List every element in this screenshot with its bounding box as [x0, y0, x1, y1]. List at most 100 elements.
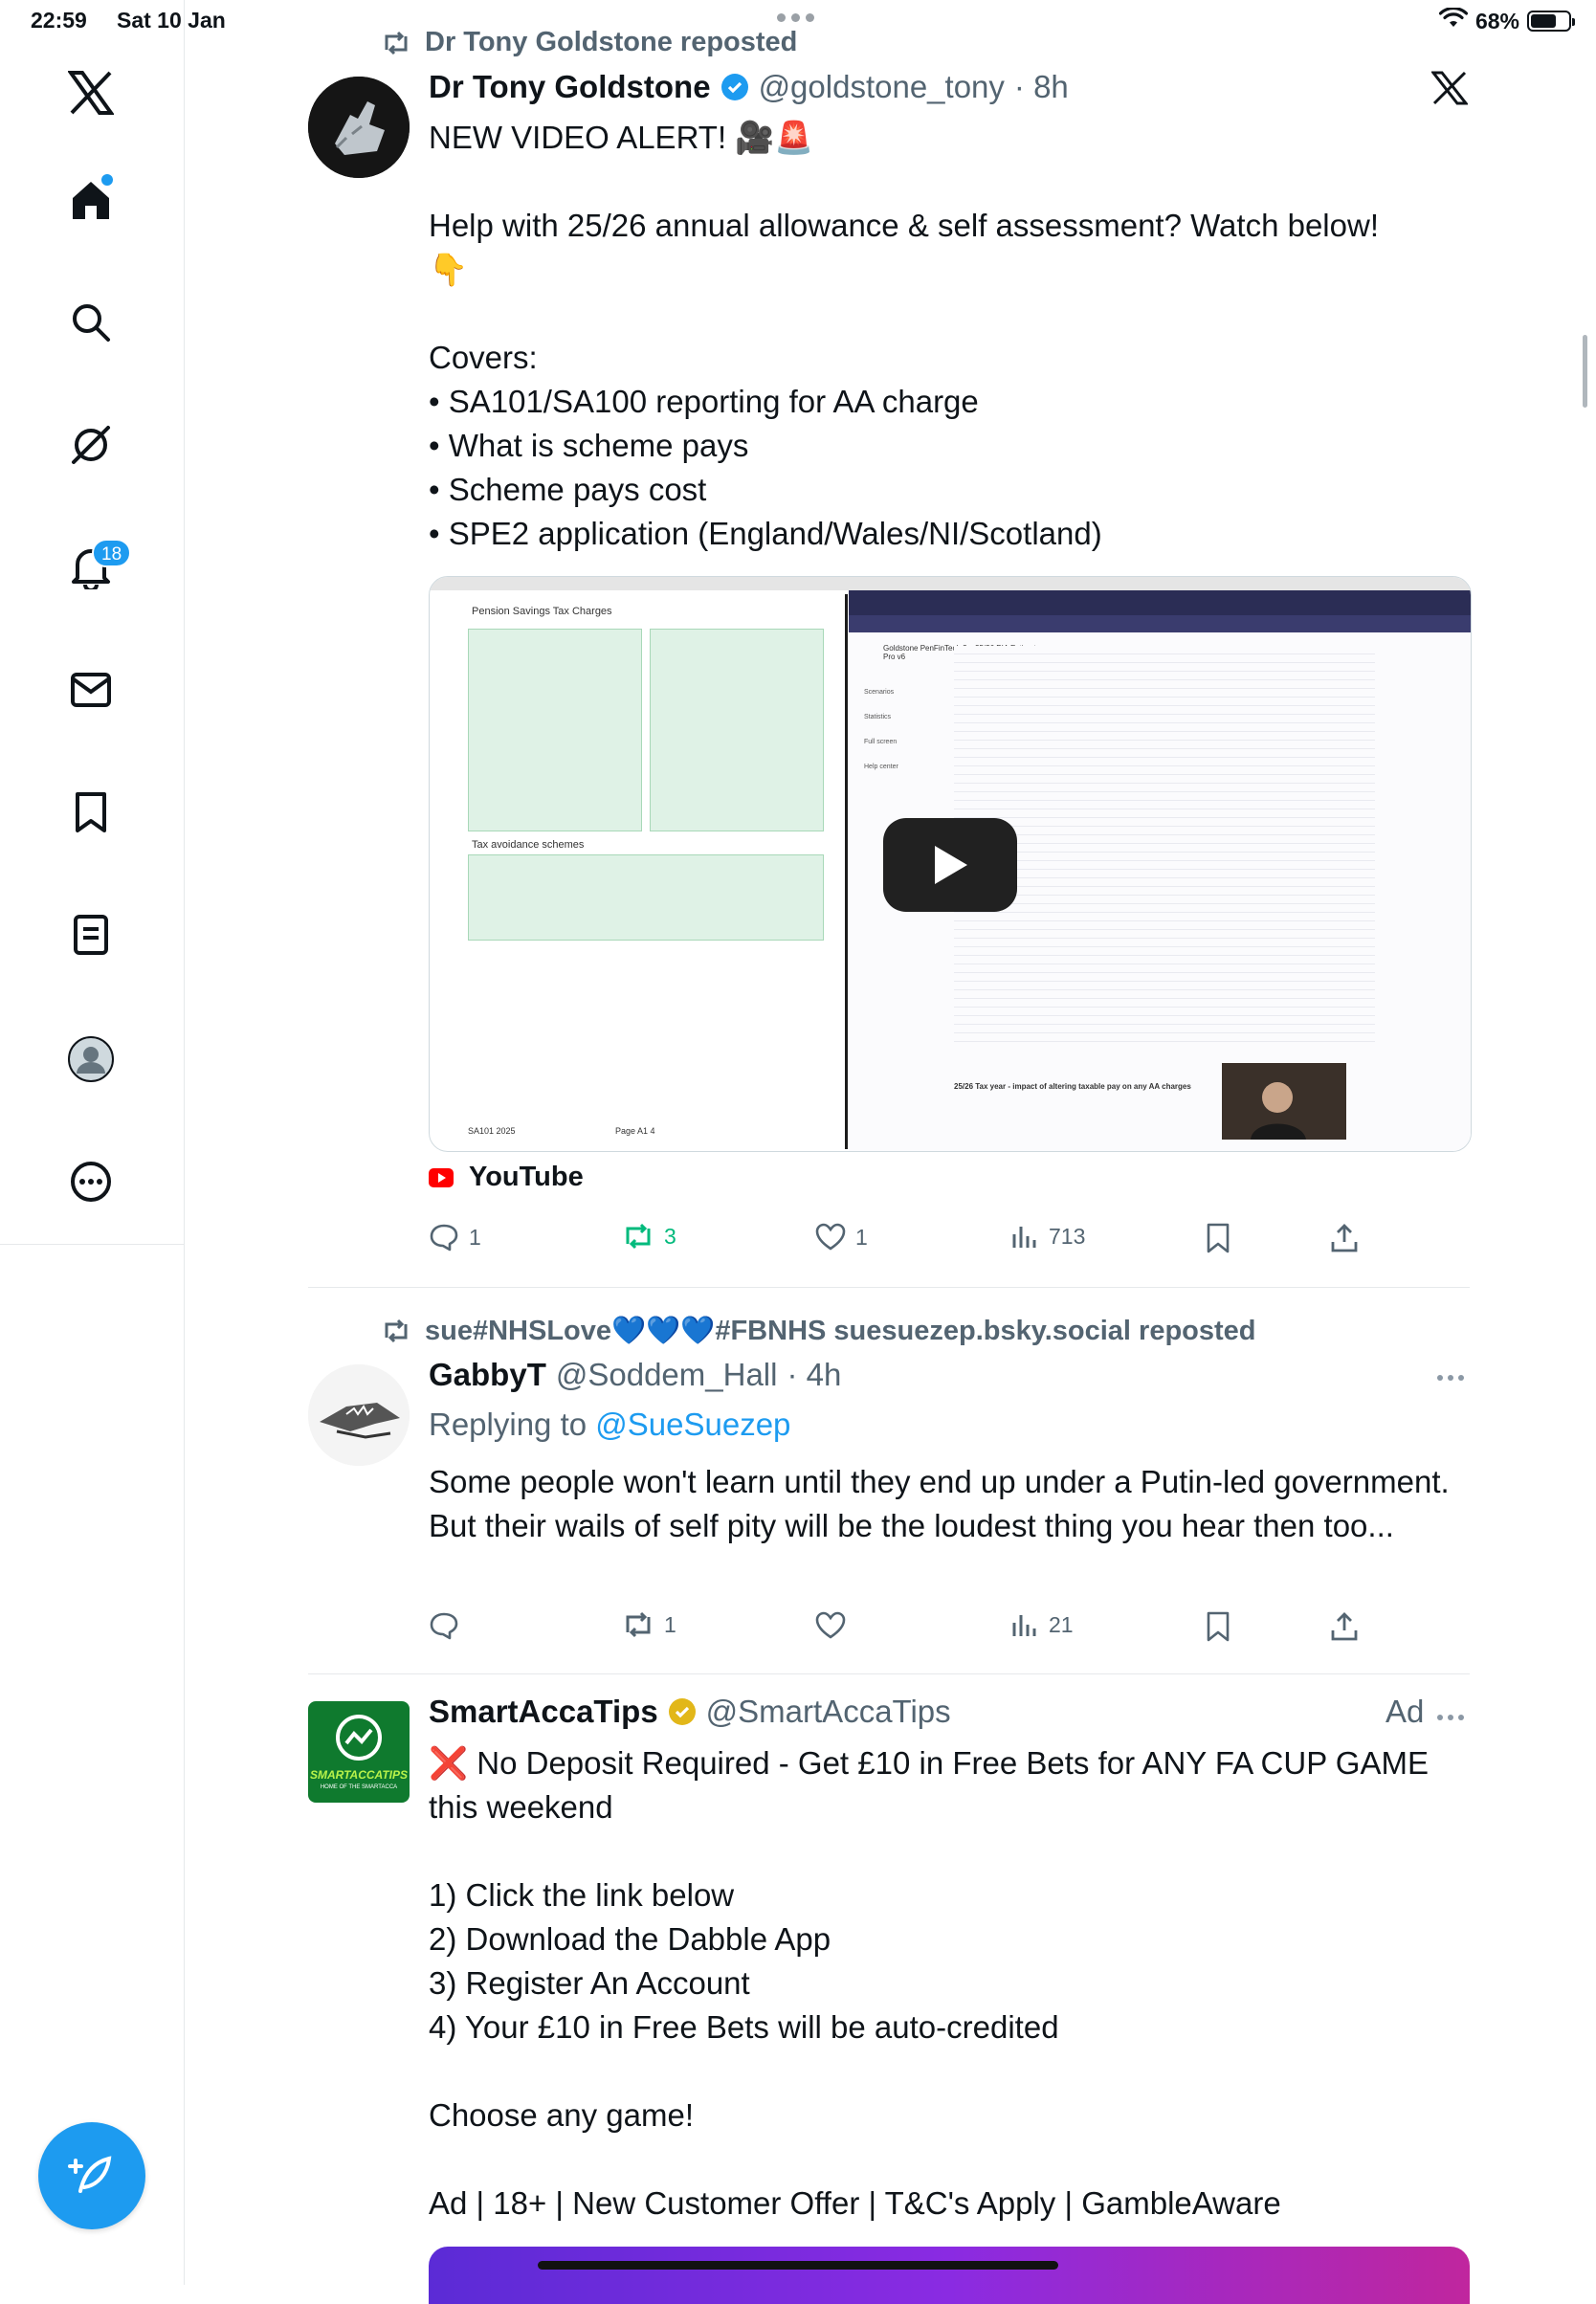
heart-icon	[815, 1223, 846, 1251]
avatar-subtext: HOME OF THE SMARTACCA	[320, 1784, 398, 1790]
status-right: 68%	[1438, 7, 1575, 34]
share-button[interactable]	[1330, 1223, 1359, 1253]
repost-indicator[interactable]: sue#NHSLove💙💙💙#FBNHS suesuezep.bsky.soci…	[381, 1315, 1256, 1347]
compose-feather-icon	[68, 2156, 112, 2193]
author-handle[interactable]: @goldstone_tony	[759, 69, 1005, 105]
grok-icon[interactable]	[59, 413, 122, 476]
tweet-header: SmartAccaTips @SmartAccaTips	[429, 1694, 951, 1730]
tweet-text: Some people won't learn until they end u…	[429, 1464, 1450, 1543]
compose-post-button[interactable]	[38, 2122, 145, 2229]
home-indicator[interactable]	[538, 2261, 1058, 2270]
tweet-text-line1: NEW VIDEO ALERT! 🎥🚨	[429, 120, 814, 155]
tweet-time[interactable]: · 4h	[787, 1357, 841, 1393]
reply-icon	[430, 1612, 458, 1640]
share-button[interactable]	[1330, 1611, 1359, 1642]
sidebar-divider	[184, 0, 185, 2285]
youtube-icon	[429, 1167, 454, 1187]
video-card[interactable]: Pension Savings Tax Charges Tax avoidanc…	[429, 576, 1472, 1152]
scrollbar[interactable]	[1583, 335, 1587, 408]
avatar-text: SMARTACCATIPS	[310, 1768, 408, 1782]
repost-icon	[626, 1611, 651, 1638]
form-green-block-left	[468, 629, 642, 831]
tweet-text: ❌ No Deposit Required - Get £10 in Free …	[429, 1745, 1429, 2221]
repost-icon	[626, 1223, 651, 1250]
author-name[interactable]: GabbyT	[429, 1357, 546, 1393]
more-options-icon[interactable]	[1437, 1715, 1464, 1720]
form-page: Page A1 4	[615, 1126, 655, 1136]
views-chart-icon	[1012, 1615, 1036, 1636]
like-count: 1	[855, 1224, 868, 1250]
advertiser-avatar[interactable]: SMARTACCATIPS HOME OF THE SMARTACCA	[308, 1701, 410, 1803]
views-count: 713	[1049, 1223, 1086, 1249]
repost-button[interactable]: 1	[622, 1611, 676, 1638]
x-logo-icon[interactable]	[59, 61, 122, 124]
webcam-overlay	[1222, 1063, 1346, 1140]
reply-button[interactable]	[429, 1611, 469, 1640]
heart-icon	[815, 1611, 846, 1639]
lists-icon[interactable]	[59, 903, 122, 966]
views-button[interactable]: 713	[1010, 1223, 1085, 1250]
more-options-icon[interactable]	[59, 1150, 122, 1213]
like-button[interactable]	[815, 1611, 855, 1640]
tweet-header: GabbyT @Soddem_Hall · 4h	[429, 1357, 841, 1393]
ad-label: Ad	[1385, 1694, 1425, 1729]
repost-count: 1	[664, 1611, 676, 1637]
tax-form-page: Pension Savings Tax Charges Tax avoidanc…	[433, 594, 848, 1149]
repost-indicator[interactable]: Dr Tony Goldstone reposted	[381, 27, 797, 58]
video-source[interactable]: YouTube	[429, 1162, 584, 1193]
bookmark-icon	[1207, 1611, 1230, 1642]
views-button[interactable]: 21	[1010, 1611, 1074, 1638]
replying-to-link[interactable]: @SueSuezep	[595, 1407, 790, 1442]
ad-media-card[interactable]	[429, 2247, 1470, 2304]
replying-prefix: Replying to	[429, 1407, 596, 1442]
form-title: Pension Savings Tax Charges	[472, 606, 612, 617]
repost-text: sue#NHSLove💙💙💙#FBNHS suesuezep.bsky.soci…	[425, 1316, 1256, 1346]
reply-count: 1	[469, 1224, 481, 1250]
tweet-text: Help with 25/26 annual allowance & self …	[429, 208, 1379, 551]
battery-icon	[1527, 11, 1575, 32]
views-count: 21	[1049, 1611, 1074, 1637]
more-options-icon[interactable]	[1437, 1375, 1464, 1381]
author-avatar[interactable]	[308, 1364, 410, 1466]
repost-count: 3	[664, 1223, 676, 1249]
spreadsheet-section: 25/26 Tax year - impact of altering taxa…	[954, 1082, 1191, 1091]
verified-gold-badge-icon	[668, 1698, 696, 1725]
reply-button[interactable]: 1	[429, 1223, 481, 1252]
video-top-bar	[430, 577, 1471, 590]
replying-to: Replying to @SueSuezep	[429, 1403, 790, 1447]
home-icon[interactable]	[59, 168, 122, 232]
video-play-button[interactable]	[883, 818, 1017, 912]
like-button[interactable]: 1	[815, 1223, 868, 1252]
reply-icon	[430, 1224, 458, 1252]
bookmark-button[interactable]	[1206, 1611, 1230, 1642]
browser-bookmarks	[849, 615, 1471, 632]
messages-envelope-icon[interactable]	[59, 658, 122, 721]
form-section: Tax avoidance schemes	[472, 839, 585, 851]
form-footer: SA101 2025	[468, 1126, 516, 1136]
form-green-block-right	[650, 629, 824, 831]
form-green-block-bottom	[468, 854, 824, 941]
tweet-time[interactable]: · 8h	[1014, 69, 1069, 105]
search-icon[interactable]	[59, 291, 122, 354]
share-icon	[1331, 1612, 1358, 1641]
source-label: YouTube	[469, 1162, 584, 1192]
repost-button[interactable]: 3	[622, 1223, 676, 1250]
bookmarks-icon[interactable]	[59, 781, 122, 844]
spreadsheet-menu: Scenarios Statistics Full screen Help ce…	[864, 680, 898, 780]
x-logo-close-icon[interactable]	[1430, 71, 1470, 110]
menu-help-center: Help center	[864, 764, 898, 770]
author-avatar[interactable]	[308, 77, 410, 178]
profile-avatar-icon[interactable]	[59, 1028, 122, 1091]
home-unread-dot	[101, 174, 113, 186]
author-name[interactable]: SmartAccaTips	[429, 1694, 658, 1730]
author-handle[interactable]: @Soddem_Hall	[556, 1357, 778, 1393]
bookmark-icon	[1207, 1223, 1230, 1253]
multitasking-dots-icon[interactable]	[777, 13, 814, 22]
author-name[interactable]: Dr Tony Goldstone	[429, 69, 711, 105]
repost-icon	[385, 1318, 408, 1343]
author-handle[interactable]: @SmartAccaTips	[706, 1694, 951, 1730]
notifications-badge: 18	[92, 539, 132, 567]
repost-text: Dr Tony Goldstone reposted	[425, 27, 798, 57]
bookmark-button[interactable]	[1206, 1223, 1230, 1253]
status-date: Sat 10 Jan	[117, 8, 226, 33]
